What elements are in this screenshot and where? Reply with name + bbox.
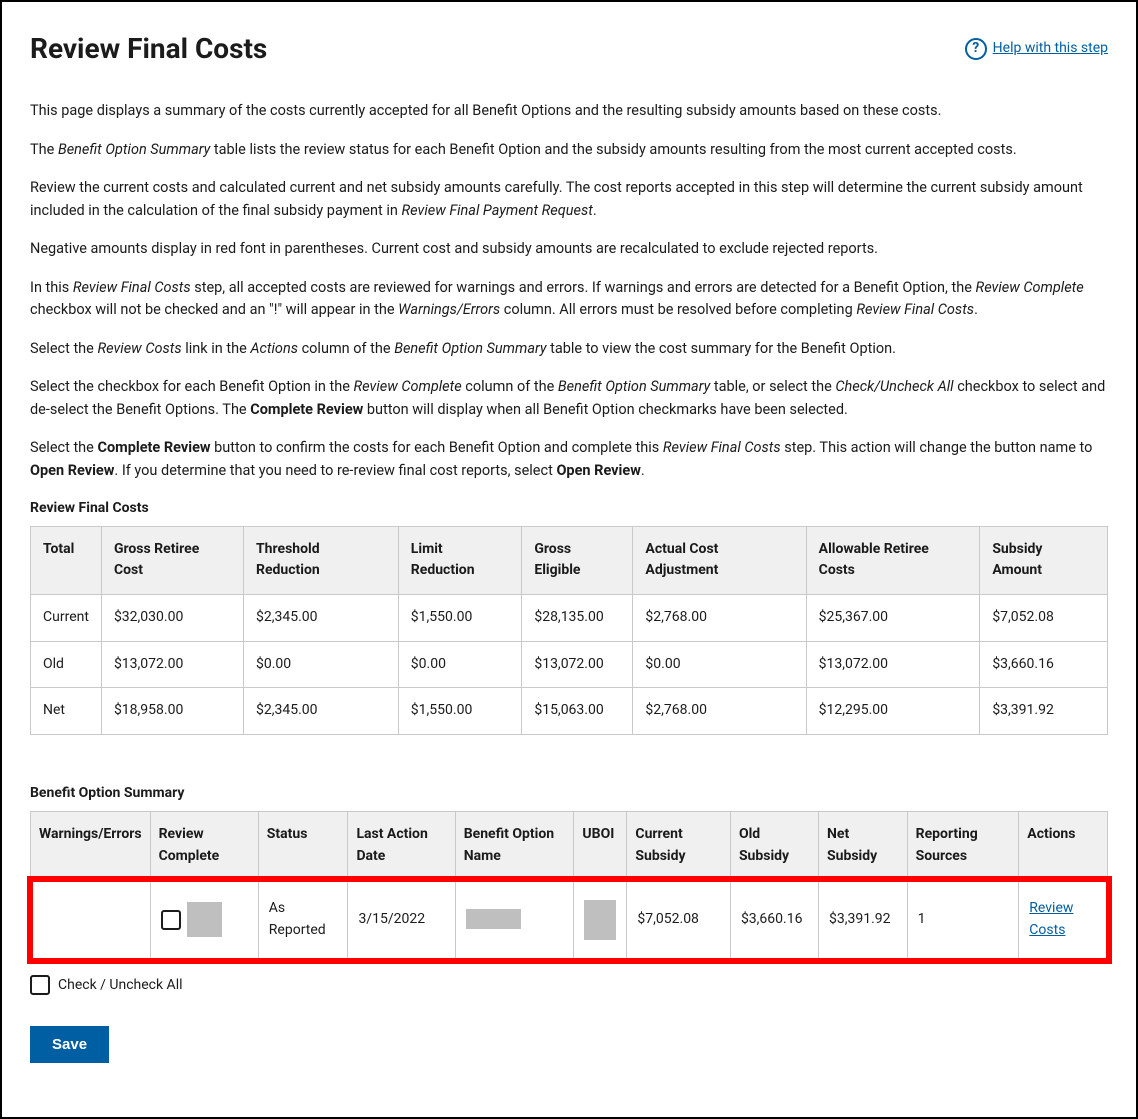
summary-table-label: Benefit Option Summary <box>30 783 1108 805</box>
cell-reporting: 1 <box>907 880 1019 960</box>
col-review-complete: Review Complete <box>150 811 258 879</box>
col-uboi: UBOI <box>574 811 627 879</box>
redacted-block <box>584 900 616 940</box>
col-actual-cost: Actual Cost Adjustment <box>633 526 806 594</box>
intro-p2: The Benefit Option Summary table lists t… <box>30 139 1108 161</box>
intro-p6: Select the Review Costs link in the Acti… <box>30 338 1108 360</box>
help-link-text[interactable]: Help with this step <box>993 38 1108 60</box>
check-all-label: Check / Uncheck All <box>58 975 183 997</box>
review-complete-checkbox[interactable] <box>161 910 181 930</box>
col-benefit-name: Benefit Option Name <box>455 811 574 879</box>
cell-uboi <box>574 880 627 960</box>
help-with-step-link[interactable]: ? Help with this step <box>965 38 1108 60</box>
col-gross-retiree: Gross Retiree Cost <box>101 526 243 594</box>
review-costs-link[interactable]: Review Costs <box>1029 900 1073 938</box>
intro-p1: This page displays a summary of the cost… <box>30 100 1108 122</box>
col-net-sub: Net Subsidy <box>819 811 908 879</box>
col-old-sub: Old Subsidy <box>730 811 818 879</box>
cell-status: As Reported <box>258 880 348 960</box>
cell-benefit-name <box>455 880 574 960</box>
table-row: Old $13,072.00 $0.00 $0.00 $13,072.00 $0… <box>31 641 1108 688</box>
check-uncheck-all-checkbox[interactable] <box>30 975 50 995</box>
col-gross-eligible: Gross Eligible <box>522 526 633 594</box>
intro-p4: Negative amounts display in red font in … <box>30 238 1108 260</box>
table-row: Current $32,030.00 $2,345.00 $1,550.00 $… <box>31 595 1108 642</box>
col-allowable: Allowable Retiree Costs <box>806 526 980 594</box>
help-icon: ? <box>965 38 987 60</box>
review-final-costs-table: Total Gross Retiree Cost Threshold Reduc… <box>30 526 1108 735</box>
intro-p5: In this Review Final Costs step, all acc… <box>30 277 1108 322</box>
table-row: Net $18,958.00 $2,345.00 $1,550.00 $15,0… <box>31 688 1108 735</box>
cell-actions: Review Costs <box>1019 880 1108 960</box>
col-reporting: Reporting Sources <box>907 811 1019 879</box>
costs-table-label: Review Final Costs <box>30 498 1108 520</box>
cell-old-sub: $3,660.16 <box>730 880 818 960</box>
cell-warnings <box>31 880 151 960</box>
cell-net-sub: $3,391.92 <box>819 880 908 960</box>
col-subsidy: Subsidy Amount <box>980 526 1108 594</box>
page-title: Review Final Costs <box>30 27 267 70</box>
col-warnings: Warnings/Errors <box>31 811 151 879</box>
benefit-option-summary-table: Warnings/Errors Review Complete Status L… <box>30 811 1108 961</box>
col-status: Status <box>258 811 348 879</box>
intro-text: This page displays a summary of the cost… <box>30 100 1108 482</box>
cell-last-action: 3/15/2022 <box>348 880 455 960</box>
col-current-sub: Current Subsidy <box>627 811 731 879</box>
intro-p3: Review the current costs and calculated … <box>30 177 1108 222</box>
col-actions: Actions <box>1019 811 1108 879</box>
benefit-option-row: As Reported 3/15/2022 $7,052.08 $3,660.1… <box>31 880 1108 960</box>
intro-p8: Select the Complete Review button to con… <box>30 437 1108 482</box>
cell-current-sub: $7,052.08 <box>627 880 731 960</box>
col-total: Total <box>31 526 102 594</box>
col-limit: Limit Reduction <box>398 526 522 594</box>
redacted-block <box>466 909 521 929</box>
redacted-block <box>187 902 222 937</box>
check-all-row: Check / Uncheck All <box>30 975 1108 997</box>
col-last-action: Last Action Date <box>348 811 455 879</box>
col-threshold: Threshold Reduction <box>244 526 399 594</box>
intro-p7: Select the checkbox for each Benefit Opt… <box>30 376 1108 421</box>
save-button[interactable]: Save <box>30 1026 109 1063</box>
cell-review-complete <box>150 880 258 960</box>
